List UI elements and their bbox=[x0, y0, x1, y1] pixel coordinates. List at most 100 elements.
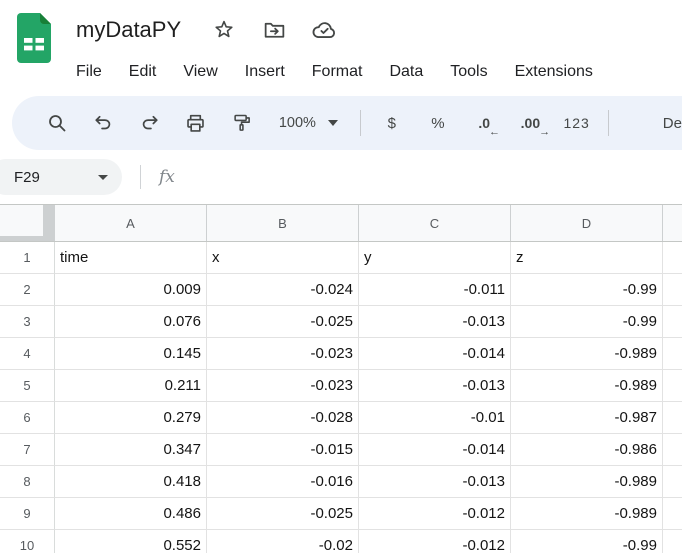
cell-D8[interactable]: -0.989 bbox=[511, 466, 663, 498]
star-icon[interactable] bbox=[211, 17, 237, 43]
cell-partial-10[interactable] bbox=[663, 530, 682, 553]
row-header-1[interactable]: 1 bbox=[0, 242, 55, 274]
menu-item-data[interactable]: Data bbox=[389, 63, 423, 81]
cell-partial-5[interactable] bbox=[663, 370, 682, 402]
formula-bar-divider bbox=[140, 165, 141, 189]
menu-item-extensions[interactable]: Extensions bbox=[515, 63, 593, 81]
cell-partial-6[interactable] bbox=[663, 402, 682, 434]
column-header-D[interactable]: D bbox=[511, 205, 663, 241]
paint-format-icon[interactable] bbox=[219, 112, 265, 134]
cell-B2[interactable]: -0.024 bbox=[207, 274, 359, 306]
cell-A8[interactable]: 0.418 bbox=[55, 466, 207, 498]
undo-icon[interactable] bbox=[80, 112, 126, 135]
chevron-down-icon bbox=[98, 175, 108, 180]
menu-item-format[interactable]: Format bbox=[312, 63, 363, 81]
cell-partial-9[interactable] bbox=[663, 498, 682, 530]
cell-A9[interactable]: 0.486 bbox=[55, 498, 207, 530]
font-selector[interactable]: De bbox=[663, 115, 682, 132]
zoom-select[interactable]: 100% bbox=[265, 115, 352, 131]
table-row-7: 70.347-0.015-0.014-0.986 bbox=[0, 434, 682, 466]
row-header-4[interactable]: 4 bbox=[0, 338, 55, 370]
column-header-partial[interactable] bbox=[663, 205, 682, 241]
cell-D6[interactable]: -0.987 bbox=[511, 402, 663, 434]
cell-D5[interactable]: -0.989 bbox=[511, 370, 663, 402]
cell-B6[interactable]: -0.028 bbox=[207, 402, 359, 434]
cell-A2[interactable]: 0.009 bbox=[55, 274, 207, 306]
column-header-B[interactable]: B bbox=[207, 205, 359, 241]
cell-A10[interactable]: 0.552 bbox=[55, 530, 207, 553]
move-to-folder-icon[interactable] bbox=[261, 17, 287, 43]
title-column: myDataPY bbox=[76, 8, 682, 96]
cell-B4[interactable]: -0.023 bbox=[207, 338, 359, 370]
cell-D1[interactable]: z bbox=[511, 242, 663, 274]
row-header-3[interactable]: 3 bbox=[0, 306, 55, 338]
menu-item-view[interactable]: View bbox=[183, 63, 217, 81]
cell-partial-8[interactable] bbox=[663, 466, 682, 498]
name-box[interactable]: F29 bbox=[0, 159, 122, 195]
cell-C8[interactable]: -0.013 bbox=[359, 466, 511, 498]
cell-C6[interactable]: -0.01 bbox=[359, 402, 511, 434]
cell-D3[interactable]: -0.99 bbox=[511, 306, 663, 338]
redo-icon[interactable] bbox=[126, 112, 172, 135]
cell-B5[interactable]: -0.023 bbox=[207, 370, 359, 402]
cell-A7[interactable]: 0.347 bbox=[55, 434, 207, 466]
cell-reference: F29 bbox=[14, 169, 40, 186]
cell-C2[interactable]: -0.011 bbox=[359, 274, 511, 306]
cell-A6[interactable]: 0.279 bbox=[55, 402, 207, 434]
decrease-decimal-button[interactable]: .0← bbox=[461, 115, 507, 131]
cell-B9[interactable]: -0.025 bbox=[207, 498, 359, 530]
sheets-logo-icon[interactable] bbox=[14, 12, 54, 64]
cell-D2[interactable]: -0.99 bbox=[511, 274, 663, 306]
select-all-corner[interactable] bbox=[0, 205, 55, 241]
print-icon[interactable] bbox=[173, 112, 219, 135]
row-header-7[interactable]: 7 bbox=[0, 434, 55, 466]
row-header-6[interactable]: 6 bbox=[0, 402, 55, 434]
cell-A5[interactable]: 0.211 bbox=[55, 370, 207, 402]
cell-partial-4[interactable] bbox=[663, 338, 682, 370]
cell-partial-7[interactable] bbox=[663, 434, 682, 466]
cell-C1[interactable]: y bbox=[359, 242, 511, 274]
menu-item-file[interactable]: File bbox=[76, 63, 102, 81]
column-header-A[interactable]: A bbox=[55, 205, 207, 241]
cell-partial-1[interactable] bbox=[663, 242, 682, 274]
menubar: File Edit View Insert Format Data Tools … bbox=[76, 52, 682, 92]
cell-partial-2[interactable] bbox=[663, 274, 682, 306]
table-row-3: 30.076-0.025-0.013-0.99 bbox=[0, 306, 682, 338]
row-header-8[interactable]: 8 bbox=[0, 466, 55, 498]
cell-A1[interactable]: time bbox=[55, 242, 207, 274]
cell-B3[interactable]: -0.025 bbox=[207, 306, 359, 338]
cell-C7[interactable]: -0.014 bbox=[359, 434, 511, 466]
column-header-C[interactable]: C bbox=[359, 205, 511, 241]
cell-C9[interactable]: -0.012 bbox=[359, 498, 511, 530]
cell-C4[interactable]: -0.014 bbox=[359, 338, 511, 370]
cell-D7[interactable]: -0.986 bbox=[511, 434, 663, 466]
search-icon[interactable] bbox=[34, 111, 80, 135]
number-format-button[interactable]: 123 bbox=[554, 115, 600, 131]
cell-B10[interactable]: -0.02 bbox=[207, 530, 359, 553]
cell-D9[interactable]: -0.989 bbox=[511, 498, 663, 530]
document-title[interactable]: myDataPY bbox=[76, 17, 181, 43]
cell-C3[interactable]: -0.013 bbox=[359, 306, 511, 338]
cell-A3[interactable]: 0.076 bbox=[55, 306, 207, 338]
cell-D4[interactable]: -0.989 bbox=[511, 338, 663, 370]
cell-D10[interactable]: -0.99 bbox=[511, 530, 663, 553]
menu-item-insert[interactable]: Insert bbox=[245, 63, 285, 81]
menu-item-edit[interactable]: Edit bbox=[129, 63, 157, 81]
cell-B7[interactable]: -0.015 bbox=[207, 434, 359, 466]
format-percent-button[interactable]: % bbox=[415, 115, 461, 132]
cell-B1[interactable]: x bbox=[207, 242, 359, 274]
cell-C10[interactable]: -0.012 bbox=[359, 530, 511, 553]
row-header-5[interactable]: 5 bbox=[0, 370, 55, 402]
increase-decimal-button[interactable]: .00→ bbox=[507, 115, 553, 131]
table-row-2: 20.009-0.024-0.011-0.99 bbox=[0, 274, 682, 306]
cell-partial-3[interactable] bbox=[663, 306, 682, 338]
row-header-2[interactable]: 2 bbox=[0, 274, 55, 306]
menu-item-tools[interactable]: Tools bbox=[450, 63, 487, 81]
cell-C5[interactable]: -0.013 bbox=[359, 370, 511, 402]
fx-icon: fx bbox=[159, 167, 175, 187]
row-header-10[interactable]: 10 bbox=[0, 530, 55, 553]
row-header-9[interactable]: 9 bbox=[0, 498, 55, 530]
cell-A4[interactable]: 0.145 bbox=[55, 338, 207, 370]
format-currency-button[interactable]: $ bbox=[369, 115, 415, 132]
cell-B8[interactable]: -0.016 bbox=[207, 466, 359, 498]
